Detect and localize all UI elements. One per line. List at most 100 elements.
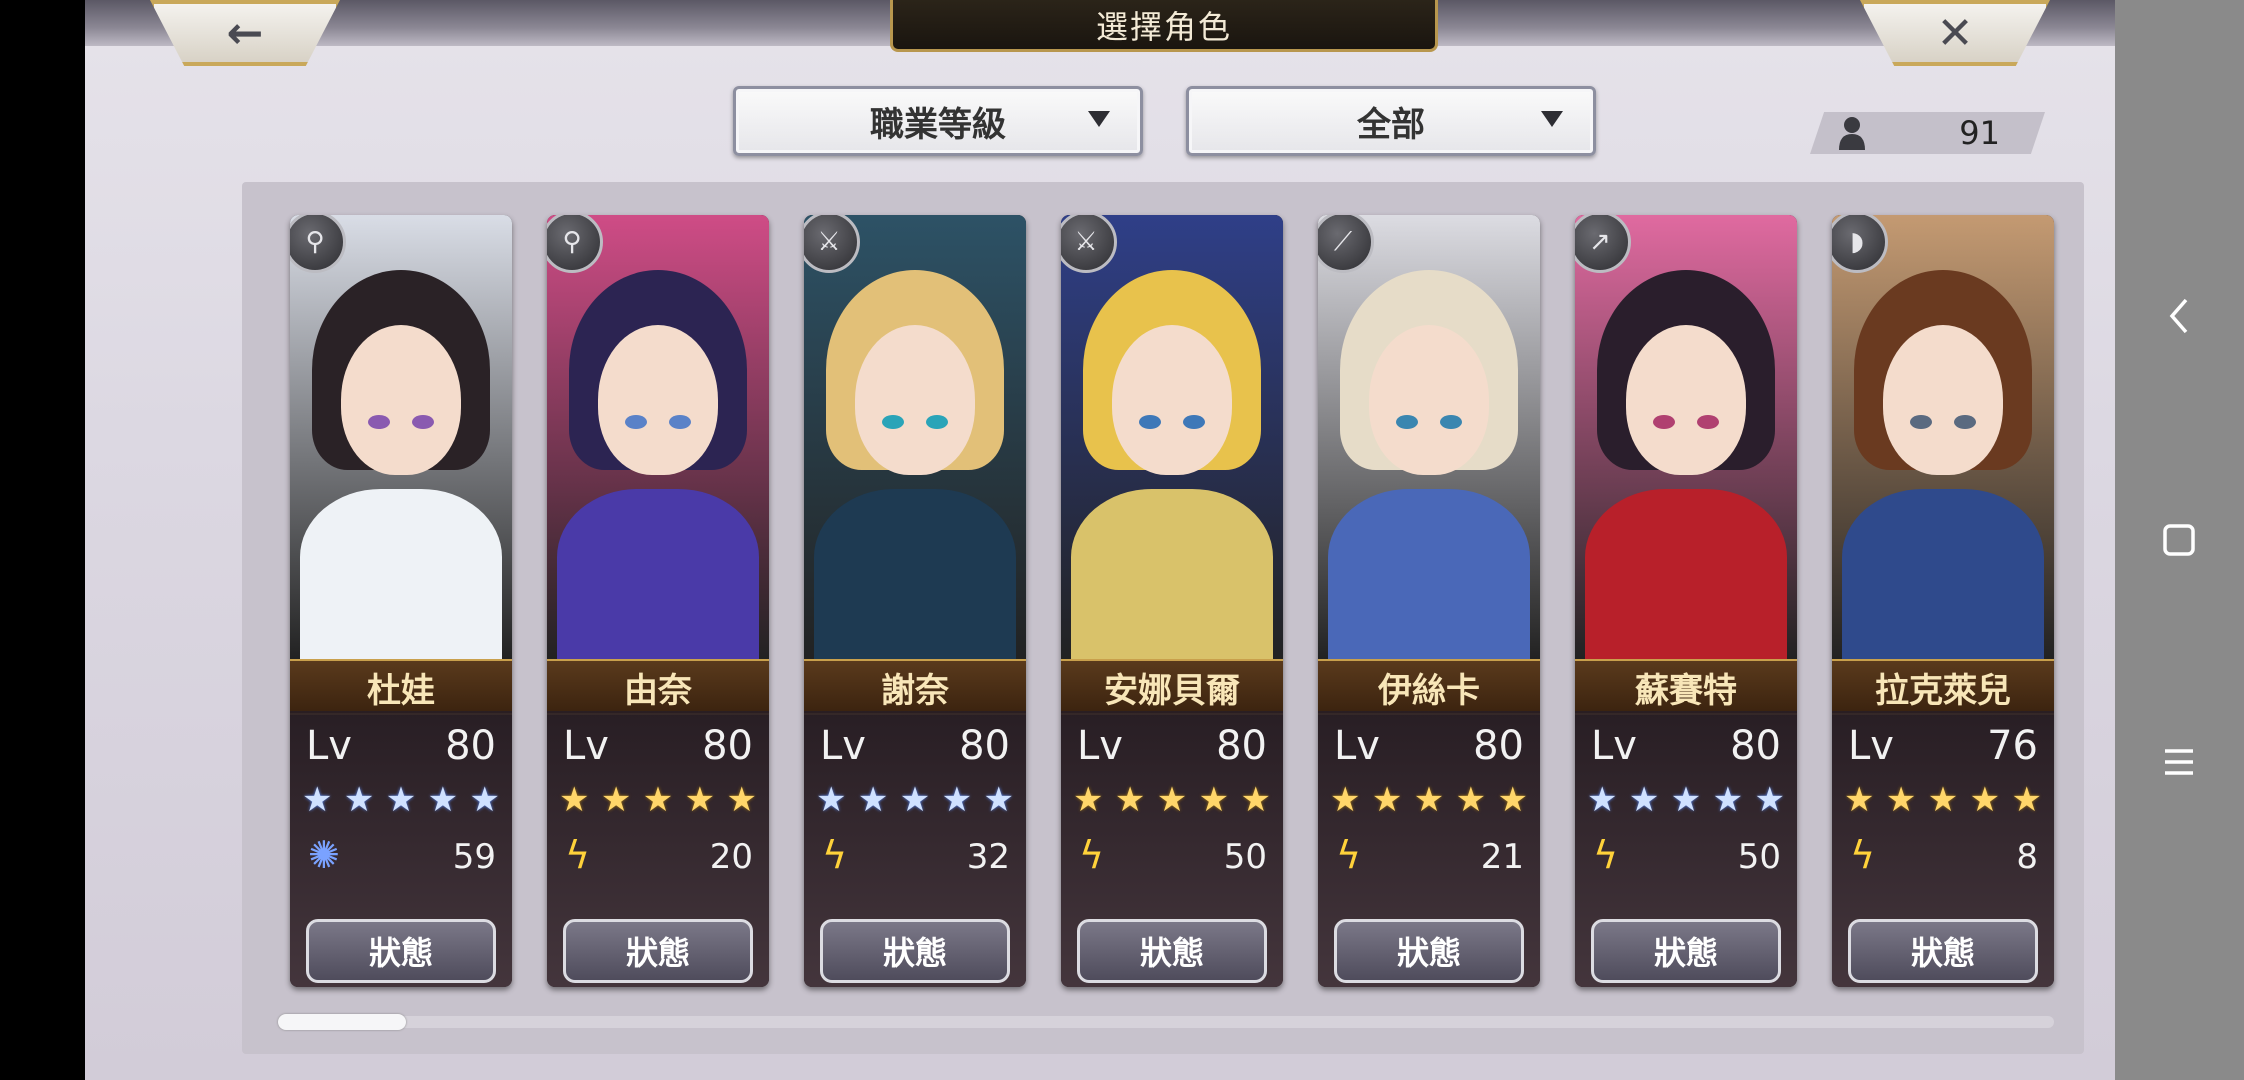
- character-stats: Lv 76 ★ ★ ★ ★ ★ ϟ 8 狀態: [1832, 711, 2054, 987]
- portrait-outfit: [1071, 489, 1273, 659]
- status-button[interactable]: 狀態: [820, 919, 1010, 983]
- character-card[interactable]: ↗ 蘇賽特 Lv 80 ★ ★ ★ ★ ★ ϟ 50 狀態: [1575, 215, 1797, 987]
- star-icon: ★: [1628, 780, 1660, 820]
- nav-back-button[interactable]: [2153, 290, 2205, 342]
- star-icon: ★: [1670, 780, 1702, 820]
- character-card[interactable]: ⚔ 謝奈 Lv 80 ★ ★ ★ ★ ★ ϟ 32 狀態: [804, 215, 1026, 987]
- portrait-eye: [412, 415, 434, 429]
- portrait-eye: [669, 415, 691, 429]
- character-card[interactable]: ⚔ 安娜貝爾 Lv 80 ★ ★ ★ ★ ★ ϟ 50 狀態: [1061, 215, 1283, 987]
- level-value: 80: [702, 723, 753, 769]
- character-portrait: [804, 215, 1026, 659]
- portrait-outfit: [814, 489, 1016, 659]
- element-value: 20: [709, 837, 753, 877]
- level-value: 80: [1473, 723, 1524, 769]
- level-value: 80: [1216, 723, 1267, 769]
- thunder-element-icon: ϟ: [1079, 833, 1105, 877]
- portrait-eye: [1910, 415, 1932, 429]
- character-name: 蘇賽特: [1575, 659, 1797, 715]
- character-portrait: [1832, 215, 2054, 659]
- character-card[interactable]: ⚲ 由奈 Lv 80 ★ ★ ★ ★ ★ ϟ 20 狀態: [547, 215, 769, 987]
- level-label: Lv: [306, 723, 352, 769]
- level-label: Lv: [1848, 723, 1894, 769]
- status-button[interactable]: 狀態: [1848, 919, 2038, 983]
- rarity-stars: ★ ★ ★ ★ ★: [302, 783, 500, 817]
- rarity-stars: ★ ★ ★ ★ ★: [1073, 783, 1271, 817]
- rarity-stars: ★ ★ ★ ★ ★: [1587, 783, 1785, 817]
- star-icon: ★: [427, 780, 459, 820]
- thunder-element-icon: ϟ: [1850, 833, 1876, 877]
- status-button[interactable]: 狀態: [1077, 919, 1267, 983]
- portrait-outfit: [300, 489, 502, 659]
- chevron-down-icon: [1541, 111, 1563, 127]
- star-icon: ★: [983, 780, 1014, 820]
- portrait-outfit: [557, 489, 759, 659]
- sort-dropdown[interactable]: 職業等級: [733, 86, 1143, 156]
- category-dropdown-label: 全部: [1357, 104, 1425, 145]
- character-portrait: [290, 215, 512, 659]
- character-stats: Lv 80 ★ ★ ★ ★ ★ ϟ 21 狀態: [1318, 711, 1540, 987]
- star-icon: ★: [726, 780, 757, 820]
- star-icon: ★: [1114, 780, 1146, 820]
- character-card[interactable]: ⚲ 杜娃 Lv 80 ★ ★ ★ ★ ★ ✺ 59 狀態: [290, 215, 512, 987]
- level-label: Lv: [1591, 723, 1637, 769]
- category-dropdown[interactable]: 全部: [1186, 86, 1596, 156]
- close-button[interactable]: ✕: [1860, 0, 2050, 66]
- character-card[interactable]: ◗ 拉克萊兒 Lv 76 ★ ★ ★ ★ ★ ϟ 8 狀態: [1832, 215, 2054, 987]
- status-button[interactable]: 狀態: [563, 919, 753, 983]
- star-icon: ★: [1198, 780, 1230, 820]
- star-icon: ★: [684, 780, 716, 820]
- portrait-face: [1626, 325, 1746, 475]
- level-label: Lv: [820, 723, 866, 769]
- unit-count: 91: [1959, 114, 2000, 152]
- status-button[interactable]: 狀態: [1591, 919, 1781, 983]
- portrait-eye: [1954, 415, 1976, 429]
- star-icon: ★: [1497, 780, 1528, 820]
- element-value: 50: [1737, 837, 1781, 877]
- nav-menu-icon: [2165, 749, 2193, 775]
- star-icon: ★: [600, 780, 632, 820]
- star-icon: ★: [1587, 780, 1618, 820]
- page-title: 選擇角色: [890, 0, 1438, 52]
- person-icon: [1839, 117, 1865, 150]
- nav-home-button[interactable]: [2153, 514, 2205, 566]
- portrait-face: [598, 325, 718, 475]
- portrait-eye: [1440, 415, 1462, 429]
- star-icon: ★: [469, 780, 500, 820]
- star-icon: ★: [1156, 780, 1188, 820]
- portrait-eye: [1396, 415, 1418, 429]
- star-icon: ★: [1927, 780, 1959, 820]
- level-value: 80: [1730, 723, 1781, 769]
- star-icon: ★: [1885, 780, 1917, 820]
- element-value: 59: [452, 837, 496, 877]
- level-value: 80: [959, 723, 1010, 769]
- portrait-eye: [882, 415, 904, 429]
- character-portrait: [1061, 215, 1283, 659]
- back-button[interactable]: ←: [150, 0, 340, 66]
- rarity-stars: ★ ★ ★ ★ ★: [1844, 783, 2042, 817]
- character-stats: Lv 80 ★ ★ ★ ★ ★ ϟ 50 狀態: [1061, 711, 1283, 987]
- star-icon: ★: [1712, 780, 1744, 820]
- portrait-face: [341, 325, 461, 475]
- character-name: 杜娃: [290, 659, 512, 715]
- system-navigation-bar: [2115, 0, 2244, 1080]
- character-card[interactable]: ⟋ 伊絲卡 Lv 80 ★ ★ ★ ★ ★ ϟ 21 狀態: [1318, 215, 1540, 987]
- nav-menu-button[interactable]: [2153, 736, 2205, 788]
- scrollbar-track[interactable]: [278, 1016, 2054, 1028]
- status-button[interactable]: 狀態: [1334, 919, 1524, 983]
- portrait-eye: [625, 415, 647, 429]
- character-name: 謝奈: [804, 659, 1026, 715]
- portrait-outfit: [1842, 489, 2044, 659]
- character-stats: Lv 80 ★ ★ ★ ★ ★ ϟ 50 狀態: [1575, 711, 1797, 987]
- thunder-element-icon: ϟ: [822, 833, 848, 877]
- status-button[interactable]: 狀態: [306, 919, 496, 983]
- character-stats: Lv 80 ★ ★ ★ ★ ★ ϟ 20 狀態: [547, 711, 769, 987]
- portrait-face: [1112, 325, 1232, 475]
- star-icon: ★: [1073, 780, 1104, 820]
- portrait-outfit: [1585, 489, 1787, 659]
- character-portrait: [547, 215, 769, 659]
- scrollbar-thumb[interactable]: [278, 1014, 406, 1030]
- star-icon: ★: [1240, 780, 1271, 820]
- star-icon: ★: [1413, 780, 1445, 820]
- character-portrait: [1318, 215, 1540, 659]
